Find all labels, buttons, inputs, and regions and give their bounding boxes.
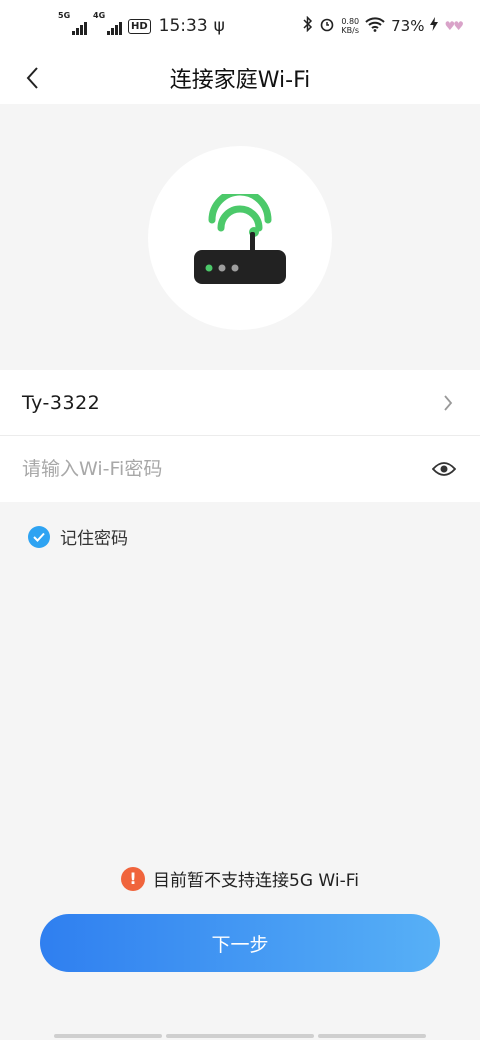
signal-4g-label: 4G (93, 11, 106, 20)
eye-icon[interactable] (430, 455, 458, 483)
nav-bar-home[interactable] (166, 1034, 314, 1038)
alarm-icon (319, 16, 335, 36)
remember-password-checkbox[interactable]: 记住密码 (28, 524, 128, 549)
password-row (0, 436, 480, 502)
charging-icon (430, 17, 439, 35)
unsupported-5g-notice: ! 目前暂不支持连接5G Wi-Fi (0, 866, 480, 891)
back-button[interactable] (14, 60, 50, 96)
hearts-icon: ♥♥ (444, 19, 463, 33)
next-button[interactable]: 下一步 (40, 914, 440, 972)
wifi-status-icon (365, 16, 385, 36)
router-illustration (0, 104, 480, 370)
clock-time: 15:33 (158, 16, 208, 36)
router-wifi-icon (194, 194, 286, 284)
signal-5g-icon: 5G (58, 11, 87, 35)
wifi-network-selector[interactable]: Ty-3322 (0, 370, 480, 436)
page-title: 连接家庭Wi-Fi (169, 68, 311, 93)
wifi-connect-screen: 5G 4G HD 15:33 ψ 0.80 KB/s 73% ♥♥ 连接家庭Wi… (0, 0, 480, 1040)
wifi-ssid: Ty-3322 (22, 391, 101, 414)
signal-5g-label: 5G (58, 11, 71, 20)
warning-text: 目前暂不支持连接5G Wi-Fi (153, 871, 359, 891)
status-left: 5G 4G HD 15:33 ψ (58, 11, 225, 36)
speed-unit: KB/s (341, 26, 360, 35)
status-bar: 5G 4G HD 15:33 ψ 0.80 KB/s 73% ♥♥ (0, 0, 480, 52)
status-right: 0.80 KB/s 73% ♥♥ (303, 15, 464, 36)
signal-4g-icon: 4G (93, 11, 122, 35)
chevron-right-icon[interactable] (438, 393, 458, 413)
hd-voice-icon: HD (128, 18, 151, 34)
checkmark-icon (28, 525, 50, 548)
password-input[interactable] (22, 458, 430, 480)
back-arrow-icon (26, 67, 38, 89)
warning-icon: ! (121, 866, 146, 891)
speed-value: 0.80 (341, 17, 360, 26)
nav-bar-left (54, 1034, 162, 1038)
nav-bar-right (318, 1034, 426, 1038)
usb-icon: ψ (213, 16, 225, 36)
bluetooth-icon (303, 15, 313, 36)
remember-password-label: 记住密码 (60, 529, 128, 549)
network-speed: 0.80 KB/s (341, 17, 359, 35)
battery-percent: 73% (391, 17, 425, 35)
nav-header: 连接家庭Wi-Fi (0, 52, 480, 104)
